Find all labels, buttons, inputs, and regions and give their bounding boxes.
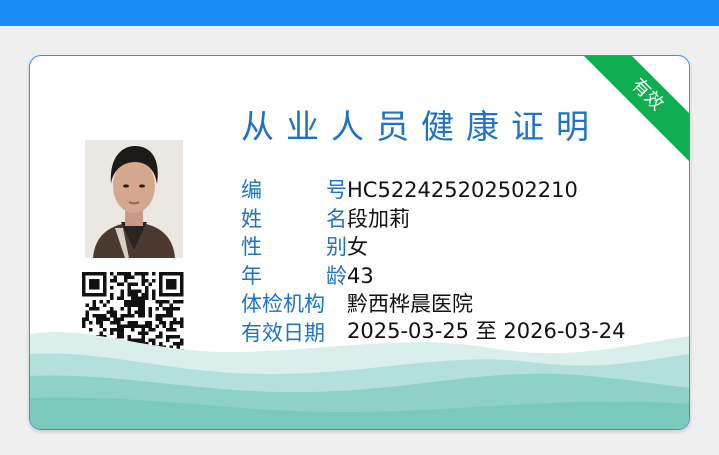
- field-row-gender: 性别 女: [241, 234, 661, 263]
- field-row-number: 编号 HC522425202502210: [241, 177, 661, 206]
- field-label: 年龄: [241, 263, 347, 288]
- field-value: 段加莉: [347, 206, 410, 231]
- certificate-title: 从业人员健康证明: [241, 107, 601, 146]
- field-value: 43: [347, 263, 374, 288]
- field-label: 性别: [241, 235, 347, 259]
- decorative-waves: [30, 331, 689, 429]
- field-label: 姓名: [241, 206, 347, 231]
- field-row-name: 姓名 段加莉: [241, 206, 661, 235]
- field-row-age: 年龄 43: [241, 263, 661, 292]
- field-value: HC522425202502210: [347, 178, 578, 202]
- person-portrait-icon: [85, 140, 183, 258]
- field-label: 编号: [241, 178, 347, 202]
- field-value: 女: [347, 235, 368, 259]
- top-status-bar: [0, 0, 719, 26]
- health-certificate-card: 有效 从业人员健康证明 编号 HC522425202502210 姓 名 段加莉…: [29, 55, 690, 430]
